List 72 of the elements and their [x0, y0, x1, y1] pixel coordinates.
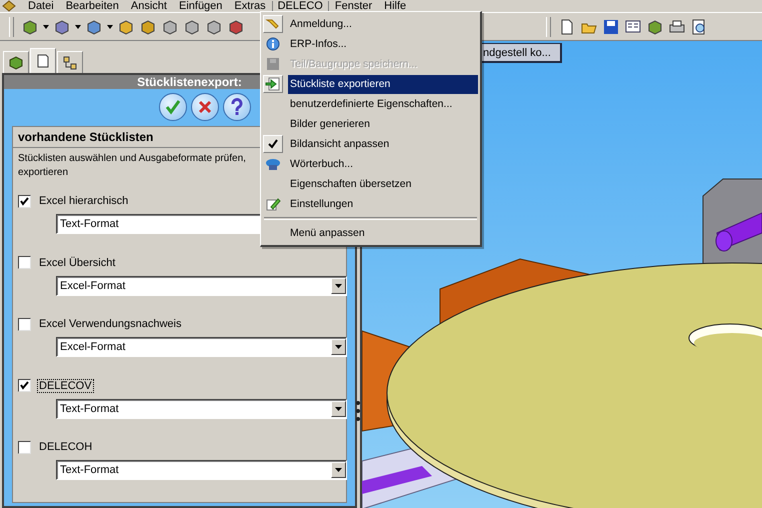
panel-tab[interactable] — [57, 51, 83, 73]
cube-icon — [8, 54, 24, 70]
menu-item[interactable]: Wörterbuch... — [288, 154, 478, 174]
cube-tool-icon[interactable] — [117, 18, 135, 36]
printer-icon[interactable] — [668, 18, 686, 36]
checkmark-icon — [164, 98, 182, 116]
dropdown-arrow-button[interactable] — [331, 339, 346, 355]
checkbox-label: Excel hierarchisch — [38, 194, 130, 208]
cube-tool-icon[interactable] — [21, 18, 39, 36]
checkbox-label: Excel Übersicht — [38, 256, 116, 270]
menu-bar-item[interactable]: Extras — [228, 1, 272, 12]
caret-icon[interactable] — [107, 24, 113, 28]
close-icon — [196, 99, 212, 115]
checkbox[interactable] — [18, 318, 31, 330]
menu-bar-item[interactable]: Fenster — [328, 1, 378, 12]
dropdown-arrow-button[interactable] — [331, 278, 346, 294]
format-dropdown[interactable]: Text-Format — [56, 460, 347, 480]
document-tab[interactable]: ndgestell ko... — [480, 43, 562, 63]
menu-item[interactable]: Anmeldung... — [288, 14, 478, 34]
cube-tool-icon[interactable] — [53, 18, 71, 36]
format-dropdown[interactable]: Text-Format — [56, 398, 347, 418]
ok-button[interactable] — [158, 93, 186, 121]
caret-icon — [335, 406, 342, 410]
splitter-handle[interactable] — [355, 400, 361, 422]
cube-tool-icon[interactable] — [646, 18, 664, 36]
export-arrow-icon — [265, 76, 281, 92]
tree-icon — [62, 54, 78, 70]
checkbox-label: DELECOH — [38, 440, 94, 454]
caret-icon — [335, 345, 342, 349]
caret-icon[interactable] — [43, 24, 49, 28]
caret-icon[interactable] — [75, 24, 81, 28]
app-logo-icon — [2, 0, 16, 12]
checkbox[interactable] — [18, 256, 31, 269]
caret-icon — [335, 284, 342, 288]
format-dropdown[interactable]: Excel-Format — [56, 276, 347, 296]
checkbox[interactable] — [18, 194, 31, 208]
menu-item[interactable]: Stückliste exportieren — [288, 74, 478, 94]
menu-item[interactable]: benutzerdefinierte Eigenschaften... — [288, 94, 478, 114]
menu-item[interactable]: ERP-Infos... — [288, 34, 478, 54]
dropdown-arrow-button[interactable] — [331, 400, 346, 416]
menu-item[interactable]: Eigenschaften übersetzen — [288, 174, 478, 194]
info-icon — [265, 36, 281, 52]
menu-item[interactable]: Einstellungen — [288, 194, 478, 214]
cube-tool-icon[interactable] — [161, 18, 179, 36]
cube-tool-icon[interactable] — [85, 18, 103, 36]
format-dropdown[interactable]: Excel-Format — [56, 337, 347, 357]
checkbox-label: Excel Verwendungsnachweis — [38, 317, 182, 331]
dropdown-arrow-button[interactable] — [331, 462, 346, 478]
checkbox[interactable] — [18, 379, 31, 392]
question-mark-icon — [230, 98, 244, 116]
document-icon — [35, 53, 51, 69]
help-button[interactable] — [222, 93, 250, 121]
checkbox[interactable] — [18, 440, 31, 454]
menu-bar-item[interactable]: Hilfe — [378, 1, 412, 12]
menu-bar-item[interactable]: Bearbeiten — [60, 1, 125, 12]
menu-bar-item[interactable]: Datei — [22, 1, 60, 12]
save-icon[interactable] — [602, 18, 620, 36]
menu-bar-item[interactable]: Einfügen — [172, 1, 228, 12]
menu-bar-item[interactable]: Ansicht — [124, 1, 173, 12]
panel-tab[interactable] — [30, 48, 56, 73]
form-icon[interactable] — [624, 18, 642, 36]
cube-tool-icon[interactable] — [205, 18, 223, 36]
menu-bar-item[interactable]: DELECO — [272, 1, 329, 12]
pencil-icon — [265, 196, 281, 212]
cancel-button[interactable] — [190, 93, 218, 121]
cube-tool-icon[interactable] — [183, 18, 201, 36]
cube-tool-icon[interactable] — [139, 18, 157, 36]
checkbox-label: DELECOV — [37, 378, 94, 392]
caret-icon — [335, 468, 342, 472]
panel-tab[interactable] — [3, 51, 29, 73]
cube-tool-icon[interactable] — [227, 18, 245, 36]
group-description: Stücklisten auswählen und Ausgabeformate prüfen, exportieren — [18, 152, 247, 180]
